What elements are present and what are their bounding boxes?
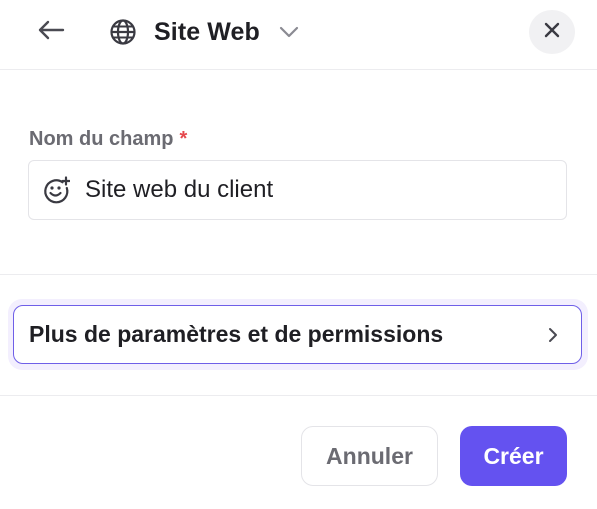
field-name-input[interactable] [85, 170, 545, 210]
required-marker: * [179, 128, 188, 150]
more-settings-button[interactable]: Plus de paramètres et de permissions [13, 305, 582, 364]
more-settings-label: Plus de paramètres et de permissions [29, 321, 444, 347]
create-button[interactable]: Créer [460, 426, 567, 486]
field-name-label-text: Nom du champ [29, 128, 174, 150]
field-type-label: Site Web [154, 17, 260, 46]
arrow-left-icon [37, 20, 65, 45]
create-field-panel: Site Web Nom du champ * Site web du clie… [0, 0, 597, 509]
back-button[interactable] [34, 15, 68, 49]
more-settings-focus-ring: Plus de paramètres et de permissions [8, 299, 588, 370]
chevron-right-icon [545, 327, 561, 343]
footer-divider [0, 395, 597, 396]
close-icon [543, 21, 561, 44]
cancel-button[interactable]: Annuler [301, 426, 438, 486]
field-name-section: Nom du champ * [0, 70, 597, 275]
globe-icon [108, 17, 138, 47]
field-name-label: Nom du champ * [29, 128, 187, 151]
chevron-down-icon [278, 21, 300, 43]
field-type-selector[interactable]: Site Web [108, 12, 300, 52]
close-button[interactable] [529, 10, 575, 54]
field-name-input-wrapper[interactable] [28, 160, 567, 220]
panel-header: Site Web [0, 0, 597, 70]
emoji-add-icon[interactable] [41, 175, 71, 205]
